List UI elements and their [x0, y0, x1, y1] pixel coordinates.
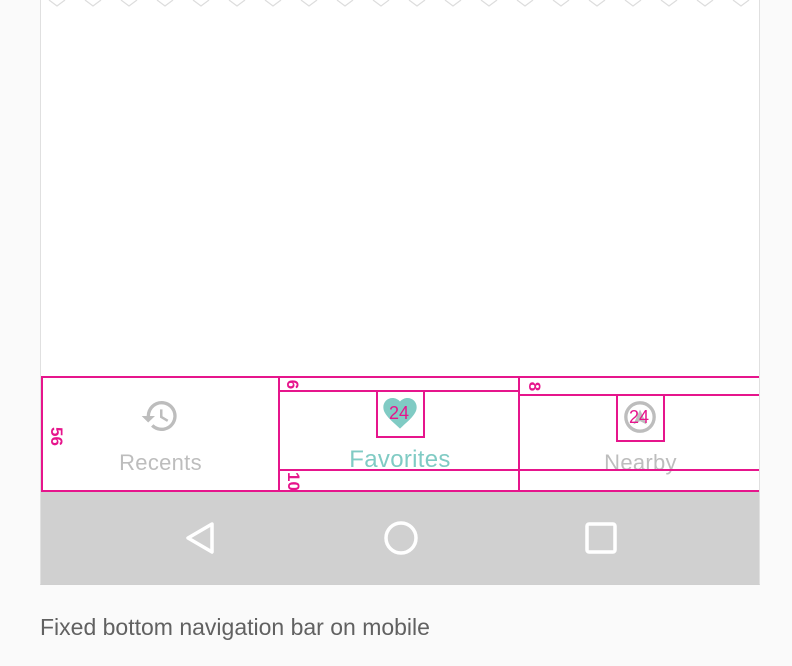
location-icon: [624, 401, 656, 433]
nav-item-favorites[interactable]: Favorites: [280, 376, 520, 492]
content-area: [41, 0, 759, 376]
bottom-navigation-bar: Recents Favorites Nearby 56 6 8 10 24 24: [41, 376, 759, 492]
nav-label-favorites: Favorites: [349, 446, 451, 473]
nav-item-nearby[interactable]: Nearby: [520, 376, 759, 492]
recents-apps-icon[interactable]: [579, 516, 623, 560]
tile-pattern: [48, 0, 750, 7]
heart-icon: [383, 398, 417, 429]
nav-label-nearby: Nearby: [604, 450, 677, 475]
figure-caption: Fixed bottom navigation bar on mobile: [40, 614, 430, 640]
home-icon[interactable]: [379, 516, 423, 560]
nav-label-recents: Recents: [119, 450, 202, 475]
phone-frame: Recents Favorites Nearby 56 6 8 10 24 24: [40, 0, 760, 585]
nav-item-recents[interactable]: Recents: [41, 376, 280, 492]
system-navigation-bar: [41, 492, 759, 584]
back-icon[interactable]: [179, 516, 223, 560]
history-icon: [141, 401, 177, 431]
